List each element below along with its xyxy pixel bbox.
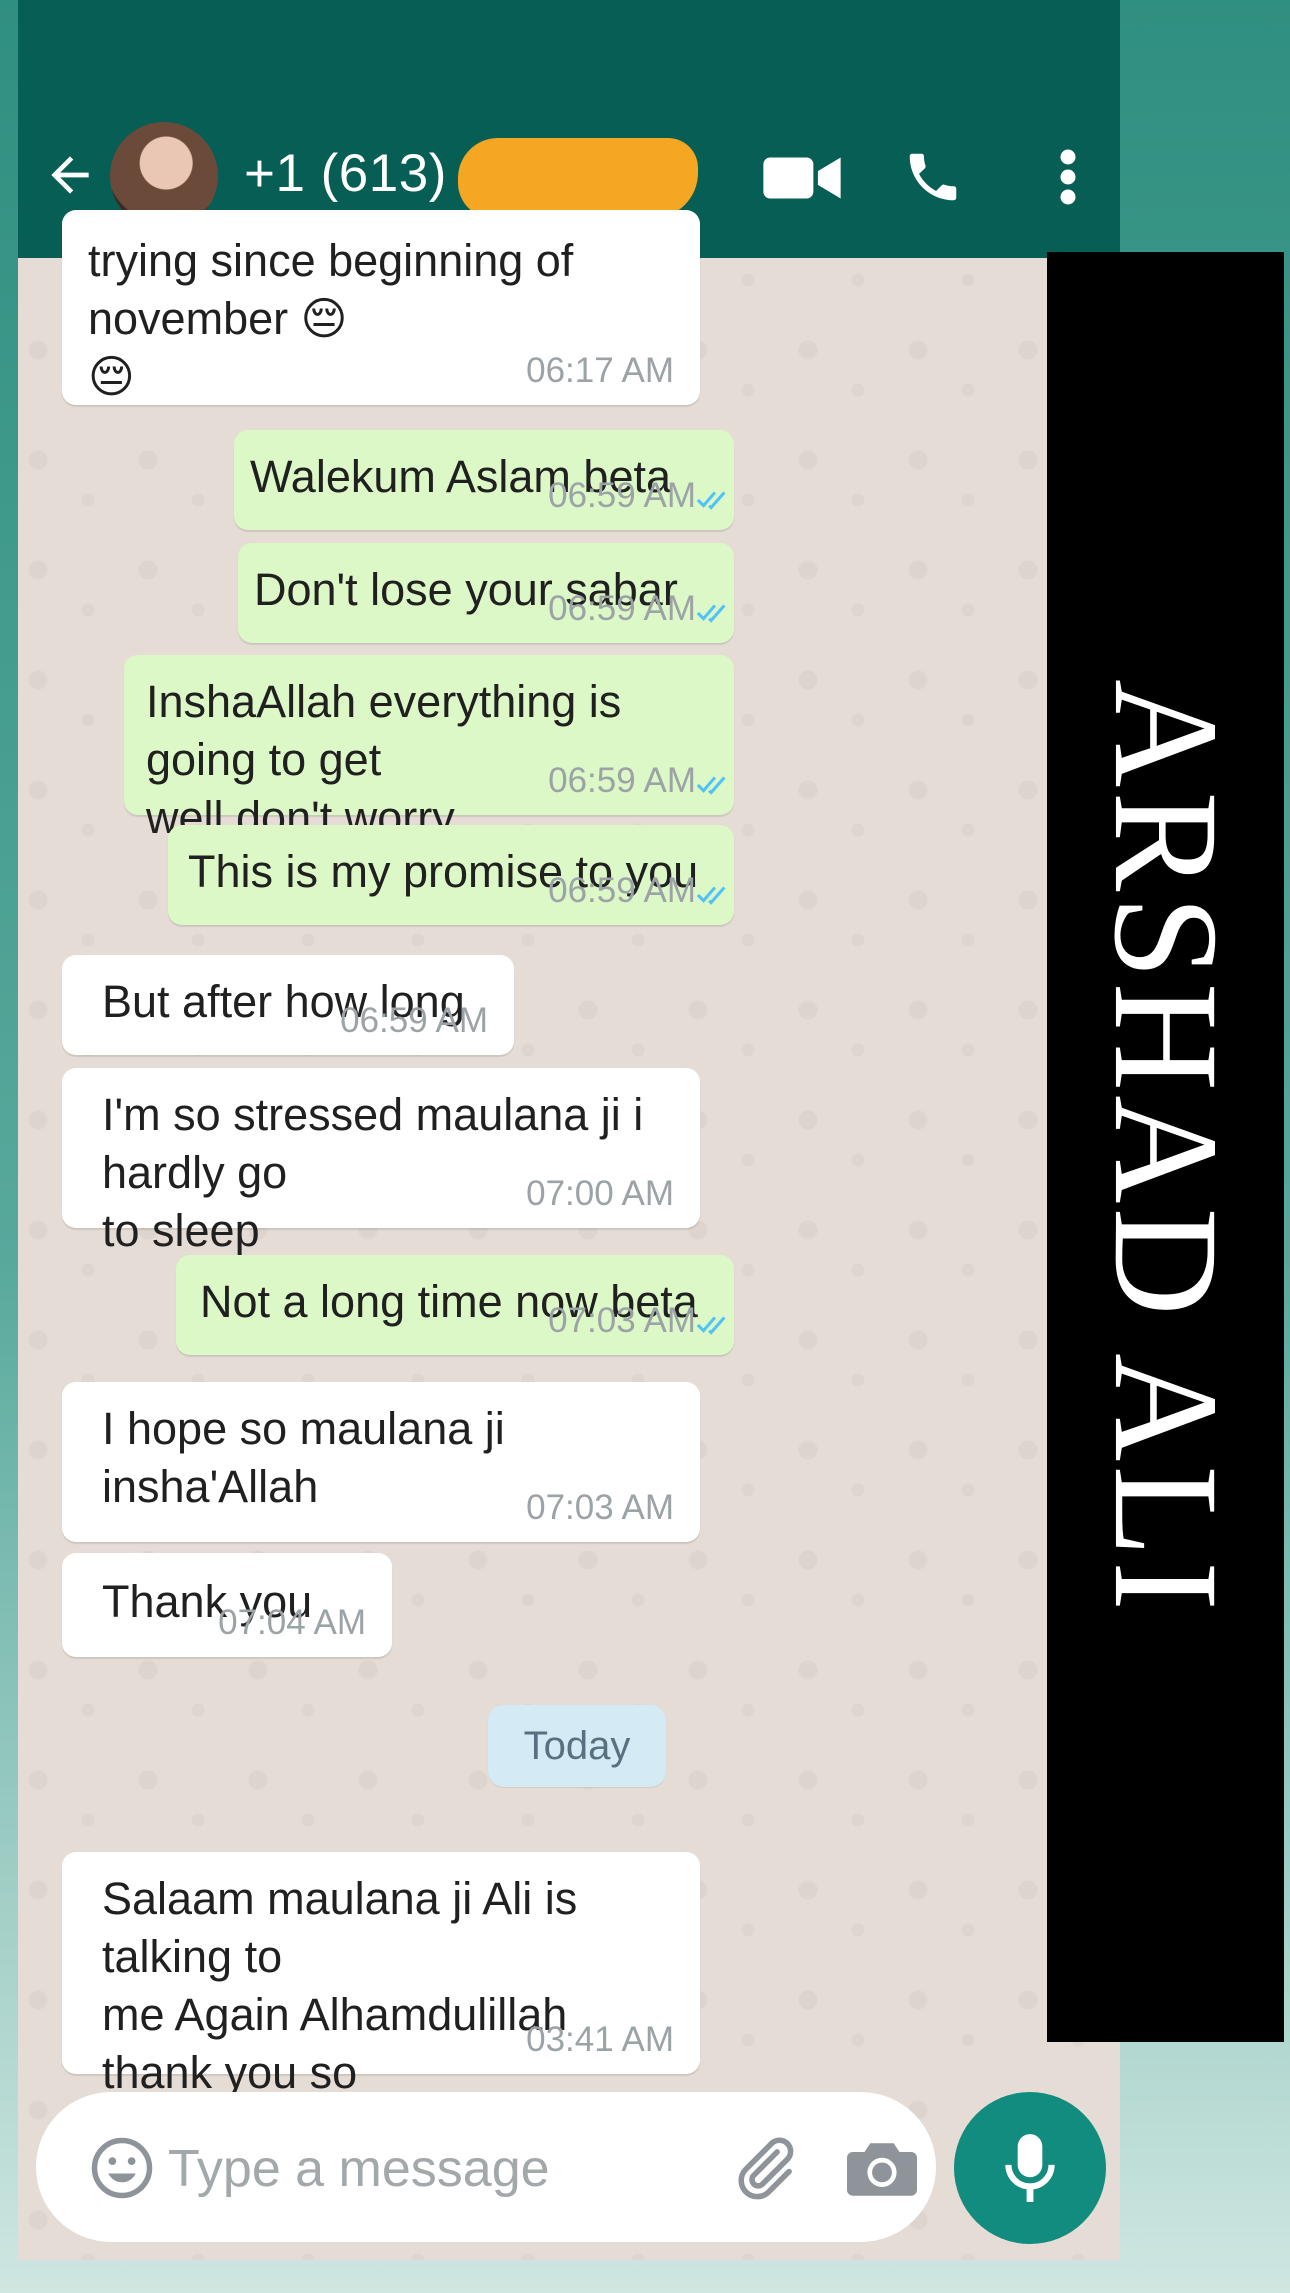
read-receipt-icon <box>696 604 726 623</box>
date-separator: Today <box>488 1705 666 1787</box>
read-receipt-icon <box>696 1316 726 1335</box>
message-input[interactable] <box>166 2136 610 2202</box>
emoji-icon[interactable] <box>86 2132 158 2204</box>
read-receipt-icon <box>696 776 726 795</box>
paperclip-icon[interactable] <box>726 2130 802 2206</box>
message-incoming[interactable]: I'm so stressed maulana ji i hardly go t… <box>62 1068 700 1256</box>
message-time: 06:59 AM <box>548 589 696 628</box>
message-outgoing[interactable]: Don't lose your sabar 06:59 AM <box>238 543 734 643</box>
message-outgoing[interactable]: This is my promise to you 06:59 AM <box>168 825 734 925</box>
message-outgoing[interactable]: Not a long time now beta 07:03 AM <box>176 1255 734 1355</box>
message-time: 07:04 AM <box>218 1603 366 1642</box>
message-time: 07:03 AM <box>526 1488 674 1527</box>
message-time: 07:03 AM <box>548 1301 696 1340</box>
message-time: 06:17 AM <box>526 351 674 390</box>
message-time: 06:59 AM <box>548 761 696 800</box>
read-receipt-icon <box>696 886 726 905</box>
message-outgoing[interactable]: InshaAllah everything is going to get we… <box>124 655 734 843</box>
message-time: 03:41 AM <box>526 2020 674 2059</box>
back-arrow-icon[interactable] <box>40 145 100 205</box>
message-text: I'm so stressed maulana ji i hardly go t… <box>102 1089 644 1256</box>
message-incoming[interactable]: trying since beginning of november 😔 😔 0… <box>62 210 700 405</box>
message-incoming[interactable]: I hope so maulana ji insha'Allah 07:03 A… <box>62 1382 700 1542</box>
watermark-text: ARSHAD ALI <box>1082 679 1249 1615</box>
message-composer <box>36 2092 936 2242</box>
message-time: 07:00 AM <box>526 1174 674 1213</box>
message-incoming[interactable]: But after how long 06:59 AM <box>62 955 514 1055</box>
watermark-banner: ARSHAD ALI <box>1047 252 1284 2042</box>
read-receipt-icon <box>696 491 726 510</box>
message-outgoing[interactable]: Walekum Aslam beta 06:59 AM <box>234 430 734 530</box>
message-time: 06:59 AM <box>548 871 696 910</box>
contact-name[interactable]: +1 (613) <box>244 143 447 204</box>
phone-screen: +1 (613) trying since beginning of novem… <box>18 0 1120 2260</box>
camera-icon[interactable] <box>846 2132 918 2204</box>
more-vertical-icon[interactable] <box>1048 140 1088 214</box>
microphone-icon[interactable] <box>954 2092 1106 2244</box>
video-camera-icon[interactable] <box>762 148 842 208</box>
phone-icon[interactable] <box>898 142 968 212</box>
message-time: 06:59 AM <box>340 1001 488 1040</box>
message-text: InshaAllah everything is going to get we… <box>146 676 622 843</box>
message-incoming[interactable]: Thank you 07:04 AM <box>62 1553 392 1657</box>
message-time: 06:59 AM <box>548 476 696 515</box>
message-incoming[interactable]: Salaam maulana ji Ali is talking to me A… <box>62 1852 700 2156</box>
redaction-mark <box>458 138 698 218</box>
